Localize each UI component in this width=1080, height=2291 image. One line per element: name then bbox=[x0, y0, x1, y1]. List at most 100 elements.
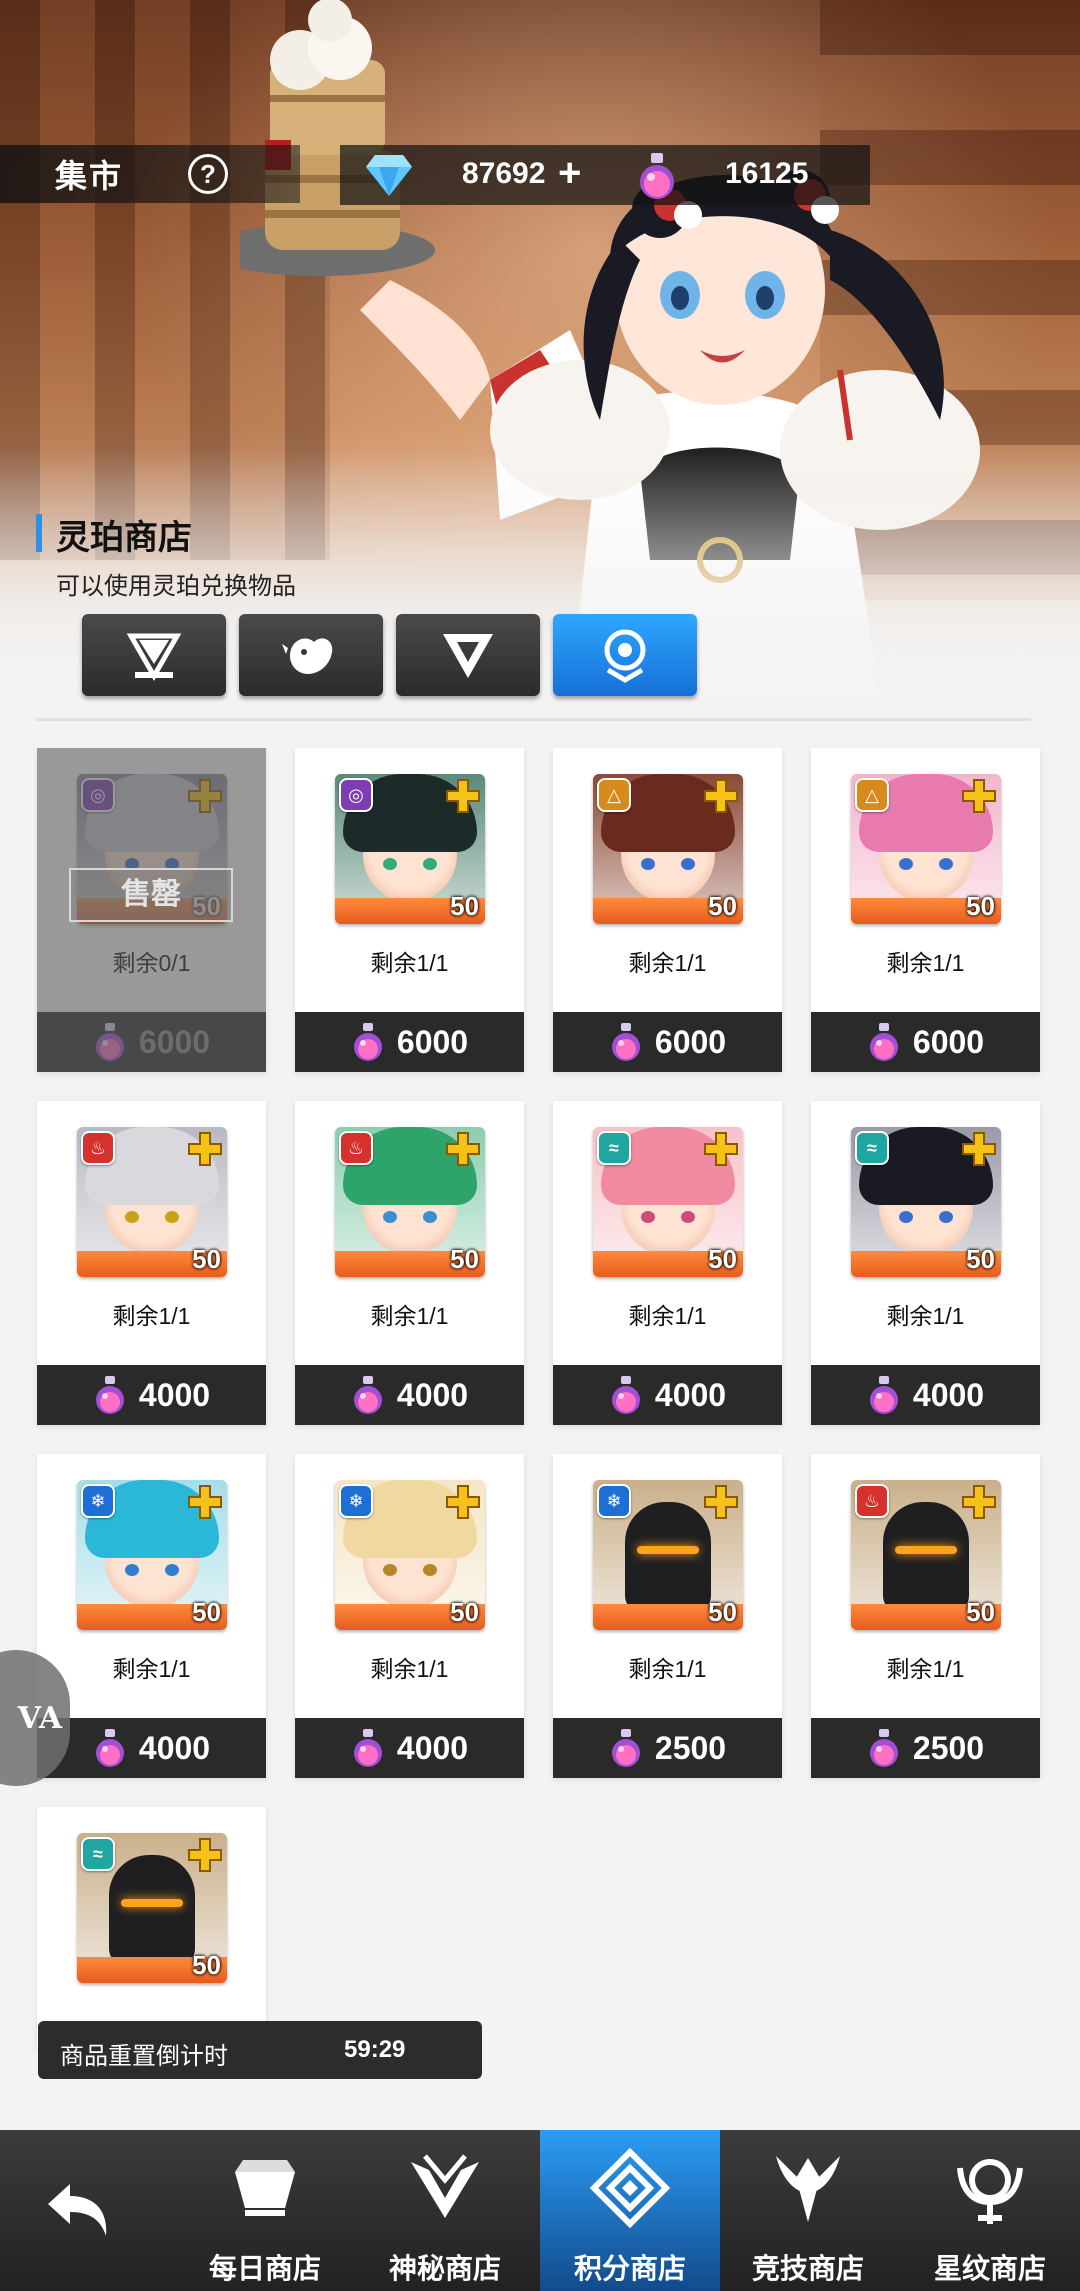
price-bar: 4000 bbox=[553, 1365, 782, 1425]
fire-element-icon: ♨ bbox=[81, 1131, 115, 1165]
back-arrow-icon[interactable] bbox=[40, 2170, 120, 2250]
title-bar: 集市 ? bbox=[0, 145, 300, 203]
remaining-stock: 剩余0/1 bbox=[112, 950, 191, 976]
countdown-time: 59:29 bbox=[344, 2036, 406, 2063]
shop-item-card[interactable]: 50 ≈ 剩余1/1 4000 bbox=[553, 1101, 782, 1425]
ice-element-icon: ❄ bbox=[597, 1484, 631, 1518]
remaining-stock: 剩余1/1 bbox=[370, 1303, 449, 1329]
nav-points-shop[interactable]: 积分商店 bbox=[540, 2130, 720, 2291]
fire-element-icon: ♨ bbox=[339, 1131, 373, 1165]
shop-item-card[interactable]: 50 ♨ 剩余1/1 4000 bbox=[37, 1101, 266, 1425]
potion-icon bbox=[95, 1376, 124, 1414]
star-cross-icon bbox=[962, 1485, 996, 1519]
potion-icon bbox=[869, 1023, 898, 1061]
void-element-icon: ◎ bbox=[81, 778, 115, 812]
character-eyes bbox=[383, 1211, 437, 1223]
character-eyes bbox=[383, 858, 437, 870]
price-bar: 4000 bbox=[295, 1718, 524, 1778]
star-cross-icon bbox=[446, 1485, 480, 1519]
shop-item-card[interactable]: 50 ❄ 剩余1/1 4000 bbox=[37, 1454, 266, 1778]
item-price: 4000 bbox=[654, 1376, 727, 1413]
remaining-stock: 剩余1/1 bbox=[370, 1656, 449, 1682]
potion-icon bbox=[95, 1729, 124, 1767]
level-label: 50 bbox=[708, 891, 737, 921]
helmet-visor bbox=[895, 1546, 957, 1554]
nav-label: 神秘商店 bbox=[388, 2253, 501, 2284]
nav-daily-shop[interactable]: 每日商店 bbox=[175, 2130, 355, 2291]
star-cross-icon bbox=[962, 1132, 996, 1166]
shop-item-card[interactable]: 50 ≈ 剩余1/1 4000 bbox=[811, 1101, 1040, 1425]
item-price: 4000 bbox=[396, 1729, 469, 1766]
character-portrait: 50 ❄ bbox=[77, 1480, 227, 1630]
star-cross-icon bbox=[188, 1132, 222, 1166]
character-portrait: 50 ◎ bbox=[335, 774, 485, 924]
potion-icon bbox=[869, 1729, 898, 1767]
nav-star-crest-shop[interactable]: 星纹商店 bbox=[900, 2130, 1080, 2291]
level-label: 50 bbox=[966, 891, 995, 921]
potion-icon bbox=[869, 1376, 898, 1414]
diamond-knot-icon bbox=[590, 2148, 670, 2228]
orb-emblem-icon bbox=[604, 629, 646, 683]
nav-arena-shop[interactable]: 竞技商店 bbox=[718, 2130, 898, 2291]
price-bar: 6000 bbox=[295, 1012, 524, 1072]
star-cross-icon bbox=[188, 1485, 222, 1519]
remaining-stock: 剩余1/1 bbox=[112, 1656, 191, 1682]
shop-item-card[interactable]: 50 ≈ bbox=[37, 1807, 266, 2047]
water-element-icon: ≈ bbox=[855, 1131, 889, 1165]
earth-element-icon: △ bbox=[597, 778, 631, 812]
price-bar: 4000 bbox=[37, 1718, 266, 1778]
star-cross-icon bbox=[446, 1132, 480, 1166]
character-portrait: 50 ♨ bbox=[335, 1127, 485, 1277]
shop-item-card[interactable]: 50 △ 剩余1/1 6000 bbox=[553, 748, 782, 1072]
shop-item-card[interactable]: 50 ❄ 剩余1/1 4000 bbox=[295, 1454, 524, 1778]
level-label: 50 bbox=[450, 891, 479, 921]
wing-emblem-icon bbox=[443, 634, 493, 678]
armored-helmet bbox=[625, 1502, 711, 1612]
shop-item-card[interactable]: 50 ❄ 剩余1/1 2500 bbox=[553, 1454, 782, 1778]
add-diamond-icon[interactable]: + bbox=[558, 153, 581, 193]
price-bar: 4000 bbox=[37, 1365, 266, 1425]
ice-element-icon: ❄ bbox=[81, 1484, 115, 1518]
armored-helmet bbox=[883, 1502, 969, 1612]
character-portrait: 50 △ bbox=[593, 774, 743, 924]
shop-item-card[interactable]: 50 ◎ 剩余1/1 6000 bbox=[295, 748, 524, 1072]
shop-item-card[interactable]: 50 ♨ 剩余1/1 4000 bbox=[295, 1101, 524, 1425]
tab-crown-gem[interactable] bbox=[82, 614, 226, 696]
fire-element-icon: ♨ bbox=[855, 1484, 889, 1518]
character-eyes bbox=[383, 1564, 437, 1576]
item-price: 4000 bbox=[138, 1376, 211, 1413]
tab-wing-emblem[interactable] bbox=[396, 614, 540, 696]
helmet-visor bbox=[637, 1546, 699, 1554]
water-element-icon: ≈ bbox=[597, 1131, 631, 1165]
shop-item-card[interactable]: 50 ◎ 售罄 剩余0/1 6000 bbox=[37, 748, 266, 1072]
shop-item-card[interactable]: 50 ♨ 剩余1/1 2500 bbox=[811, 1454, 1040, 1778]
nav-label: 每日商店 bbox=[208, 2253, 321, 2284]
price-bar: 4000 bbox=[295, 1365, 524, 1425]
rooster-icon bbox=[282, 638, 333, 674]
star-cross-icon bbox=[188, 1838, 222, 1872]
nav-label: 星纹商店 bbox=[933, 2253, 1046, 2284]
shop-item-card[interactable]: 50 △ 剩余1/1 6000 bbox=[811, 748, 1040, 1072]
tab-rooster[interactable] bbox=[239, 614, 383, 696]
tab-orb-emblem[interactable] bbox=[553, 614, 697, 696]
character-portrait: 50 △ bbox=[851, 774, 1001, 924]
character-eyes bbox=[899, 858, 953, 870]
currency-bar: 87692 + 16125 bbox=[340, 145, 870, 205]
character-portrait: 50 ♨ bbox=[851, 1480, 1001, 1630]
earth-element-icon: △ bbox=[855, 778, 889, 812]
character-portrait: 50 ♨ bbox=[77, 1127, 227, 1277]
question-circle-icon[interactable]: ? bbox=[188, 154, 228, 194]
item-price: 4000 bbox=[138, 1729, 211, 1766]
nav-mystery-shop[interactable]: 神秘商店 bbox=[355, 2130, 535, 2291]
level-label: 50 bbox=[708, 1597, 737, 1627]
helmet-visor bbox=[121, 1899, 183, 1907]
character-eyes bbox=[641, 858, 695, 870]
gem-crown-icon bbox=[235, 2160, 295, 2216]
item-price: 2500 bbox=[912, 1729, 985, 1766]
character-eyes bbox=[899, 1211, 953, 1223]
reset-countdown: 商品重置倒计时 59:29 bbox=[38, 2021, 482, 2079]
ice-element-icon: ❄ bbox=[339, 1484, 373, 1518]
remaining-stock: 剩余1/1 bbox=[628, 1303, 707, 1329]
shop-name: 灵珀商店 bbox=[56, 519, 192, 557]
item-price: 4000 bbox=[912, 1376, 985, 1413]
